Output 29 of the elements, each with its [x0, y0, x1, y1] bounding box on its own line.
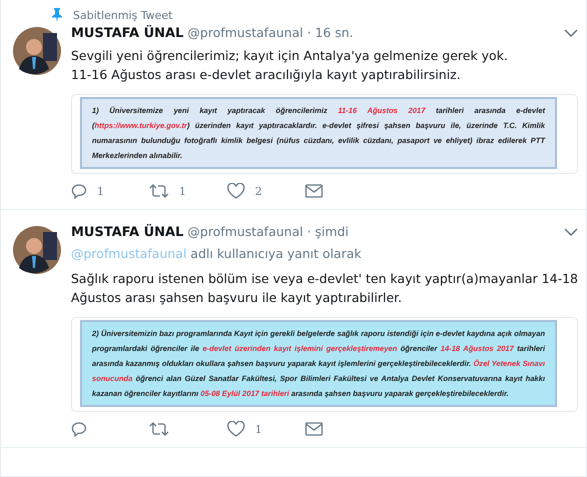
heart-icon[interactable] [227, 421, 245, 437]
mail-icon[interactable] [305, 422, 323, 436]
action-count: 1 [255, 422, 262, 436]
tweet-time[interactable]: · 16 sn. [307, 25, 354, 40]
author-handle[interactable]: @profmustafaunal [188, 224, 304, 239]
caret-icon[interactable] [564, 29, 578, 37]
author-name[interactable]: MUSTAFA ÜNAL [71, 26, 184, 41]
pinned-label: Sabitlenmiş Tweet [73, 8, 173, 22]
caret-icon[interactable] [564, 228, 578, 236]
tweet-text: Sevgili yeni öğrencilerimiz; kayıt için Antalya'ya gelmenize gerek yok. [71, 47, 509, 65]
pin-icon [51, 8, 63, 22]
media-card[interactable] [71, 94, 578, 174]
avatar-icon[interactable] [13, 226, 61, 274]
reply-icon[interactable] [71, 421, 87, 437]
tweet-text: 11-16 Ağustos arası e-devlet aracılığıyla kayıt yaptırabilirsiniz. [71, 66, 462, 84]
author-handle[interactable]: @profmustafaunal [188, 25, 304, 40]
action-count: 1 [179, 184, 186, 198]
avatar-icon[interactable] [13, 27, 61, 75]
heart-icon[interactable] [227, 183, 245, 199]
retweet-icon[interactable] [149, 183, 169, 199]
tweet-text: Sağlık raporu istenen bölüm ise veya e-devlet' ten kayıt yaptır(a)mayanlar 14-18 Ağustos arası şahsen başvuru ile kayıt yaptırabilirler. [71, 270, 578, 307]
action-count: 1 [97, 184, 104, 198]
retweet-icon[interactable] [149, 421, 169, 437]
tweet-time[interactable]: · şimdi [307, 224, 349, 239]
author-name[interactable]: MUSTAFA ÜNAL [71, 225, 184, 240]
reply-icon[interactable] [71, 183, 87, 199]
mail-icon[interactable] [305, 184, 323, 198]
action-count: 2 [255, 184, 262, 198]
reply-context-text: adlı kullanıcıya yanıt olarak [190, 246, 362, 261]
